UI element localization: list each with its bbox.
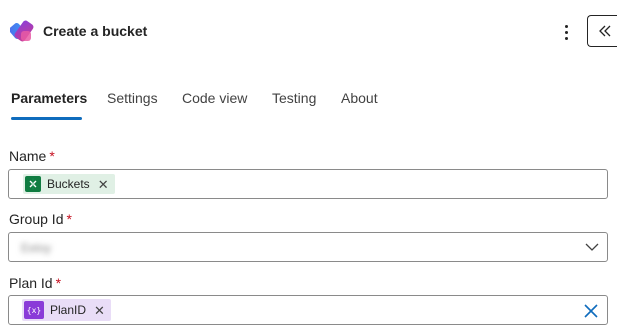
tab-list: Parameters Settings Code view Testing Ab… xyxy=(0,86,617,122)
remove-token-button[interactable]: ✕ xyxy=(98,178,109,191)
page-title: Create a bucket xyxy=(43,23,148,39)
active-tab-indicator xyxy=(11,117,82,120)
tab-testing[interactable]: Testing xyxy=(272,90,316,122)
chevron-down-icon[interactable] xyxy=(585,242,599,252)
tab-settings[interactable]: Settings xyxy=(107,90,158,122)
buckets-token[interactable]: Buckets ✕ xyxy=(23,174,115,194)
required-indicator: * xyxy=(66,211,72,227)
remove-token-button[interactable]: ✕ xyxy=(94,304,105,317)
plan-id-input[interactable]: {x} PlanID ✕ xyxy=(8,295,608,325)
planner-logo-icon xyxy=(10,20,34,42)
more-vertical-icon xyxy=(564,24,568,28)
group-id-value: Eeloy xyxy=(21,241,52,255)
group-id-dropdown[interactable]: Eeloy xyxy=(8,232,608,262)
excel-icon xyxy=(25,176,41,192)
plan-id-field-label: Plan Id * xyxy=(9,275,62,291)
tab-about[interactable]: About xyxy=(341,90,378,122)
group-id-field-label: Group Id * xyxy=(9,211,72,227)
required-indicator: * xyxy=(49,148,55,164)
token-label: Buckets xyxy=(47,177,90,191)
required-indicator: * xyxy=(55,275,62,291)
tab-code-view[interactable]: Code view xyxy=(182,90,247,122)
name-field-label: Name * xyxy=(9,148,55,164)
more-options-button[interactable] xyxy=(556,19,576,45)
panel-header: Create a bucket xyxy=(0,0,617,62)
expression-icon: {x} xyxy=(24,301,44,319)
planid-token[interactable]: {x} PlanID ✕ xyxy=(22,299,111,321)
collapse-panel-button[interactable] xyxy=(587,15,617,47)
name-input[interactable]: Buckets ✕ xyxy=(8,169,608,199)
clear-icon[interactable] xyxy=(583,303,599,319)
token-label: PlanID xyxy=(50,303,87,317)
double-chevron-left-icon xyxy=(598,25,610,37)
